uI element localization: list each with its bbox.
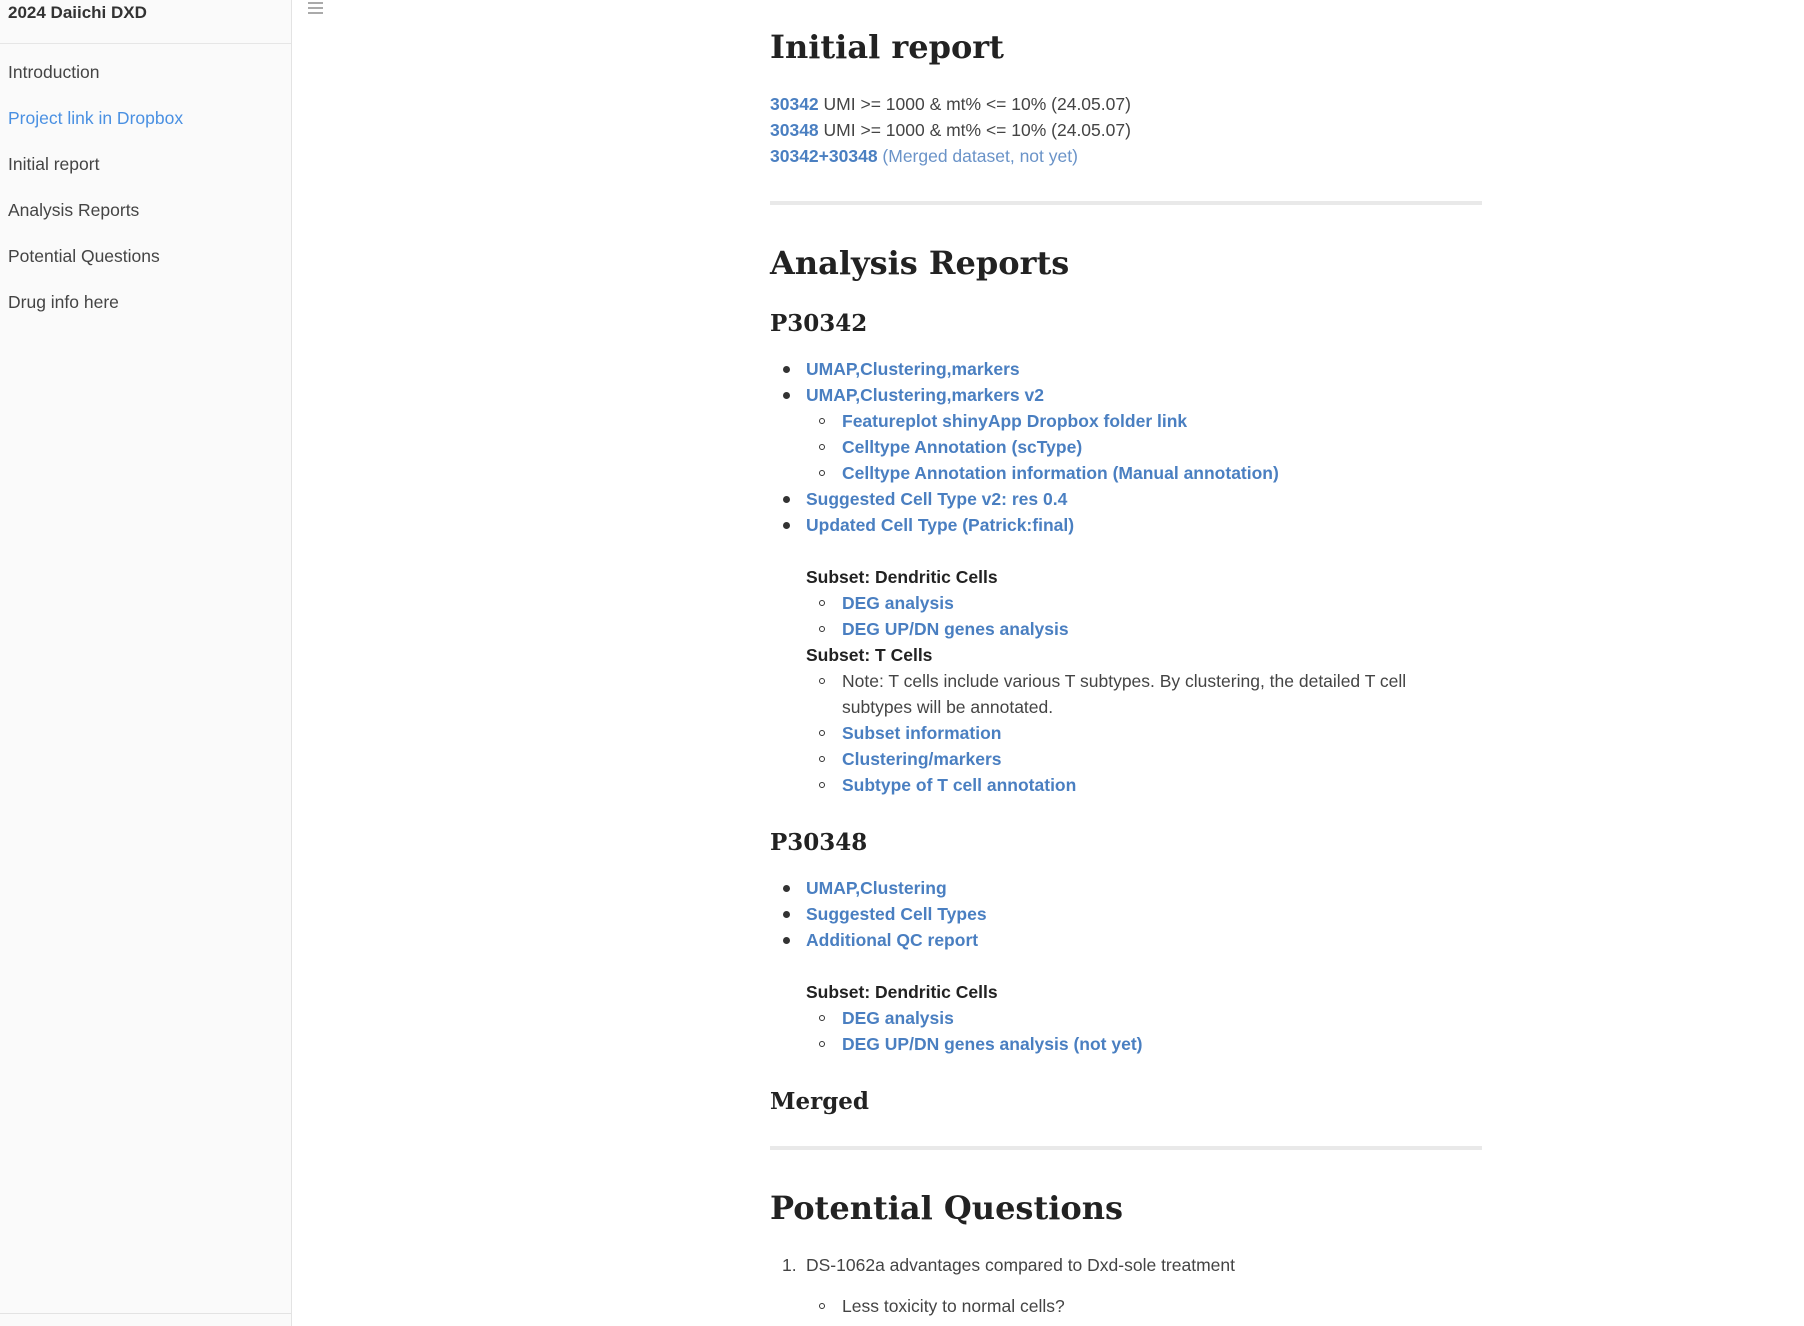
- bullet-dot: [783, 911, 790, 918]
- row-text: (Merged dataset, not yet): [877, 146, 1078, 166]
- dataset-link-merged[interactable]: 30342+30348: [770, 146, 878, 166]
- link-umap-clustering[interactable]: UMAP,Clustering: [806, 875, 947, 901]
- link-deg-updn-analysis-not-yet[interactable]: DEG UP/DN genes analysis (not yet): [842, 1031, 1143, 1057]
- row-text: UMI >= 1000 & mt% <= 10% (24.05.07): [818, 120, 1131, 140]
- bullet-dot: [783, 392, 790, 399]
- link-deg-analysis[interactable]: DEG analysis: [842, 590, 954, 616]
- bullet-circle: [819, 470, 825, 476]
- link-t-cell-subtype[interactable]: Subtype of T cell annotation: [842, 772, 1076, 798]
- initial-report-row: 30348 UMI >= 1000 & mt% <= 10% (24.05.07…: [770, 117, 1131, 143]
- link-deg-analysis[interactable]: DEG analysis: [842, 1005, 954, 1031]
- section-divider: [770, 201, 1482, 205]
- bullet-circle: [819, 418, 825, 424]
- sidebar-item-potential-questions[interactable]: Potential Questions: [0, 233, 291, 279]
- hamburger-icon[interactable]: [308, 0, 328, 18]
- link-umap-clustering-markers[interactable]: UMAP,Clustering,markers: [806, 356, 1020, 382]
- sidebar-item-dropbox-link[interactable]: Project link in Dropbox: [0, 95, 291, 141]
- bullet-dot: [783, 522, 790, 529]
- question-item: DS-1062a advantages compared to Dxd-sole…: [806, 1255, 1235, 1275]
- bullet-circle: [819, 1303, 825, 1309]
- section-divider: [770, 1146, 1482, 1150]
- bullet-circle: [819, 782, 825, 788]
- list-marker: 1.: [782, 1255, 797, 1275]
- link-celltype-annotation-manual[interactable]: Celltype Annotation information (Manual …: [842, 460, 1279, 486]
- subsection-p30348: P30348: [770, 829, 868, 856]
- subset-heading-dendritic-cells: Subset: Dendritic Cells: [806, 567, 998, 587]
- subset-heading-dendritic-cells: Subset: Dendritic Cells: [806, 982, 998, 1002]
- link-featureplot-shinyapp[interactable]: Featureplot shinyApp Dropbox folder link: [842, 408, 1187, 434]
- sidebar-item-introduction[interactable]: Introduction: [0, 49, 291, 95]
- subsection-merged: Merged: [770, 1088, 870, 1115]
- bullet-circle: [819, 756, 825, 762]
- link-deg-updn-analysis[interactable]: DEG UP/DN genes analysis: [842, 616, 1069, 642]
- link-additional-qc-report[interactable]: Additional QC report: [806, 927, 978, 953]
- link-celltype-annotation-sctype[interactable]: Celltype Annotation (scType): [842, 434, 1082, 460]
- bullet-circle: [819, 730, 825, 736]
- link-suggested-cell-type-v2[interactable]: Suggested Cell Type v2: res 0.4: [806, 486, 1067, 512]
- dataset-link-30342[interactable]: 30342: [770, 94, 819, 114]
- question-sub-item: Less toxicity to normal cells?: [842, 1296, 1065, 1316]
- bullet-dot: [783, 496, 790, 503]
- bullet-dot: [783, 366, 790, 373]
- bullet-circle: [819, 444, 825, 450]
- bullet-dot: [783, 937, 790, 944]
- book-title: 2024 Daiichi DXD: [0, 0, 291, 44]
- bullet-circle: [819, 600, 825, 606]
- row-text: UMI >= 1000 & mt% <= 10% (24.05.07): [818, 94, 1131, 114]
- sidebar-item-analysis-reports[interactable]: Analysis Reports: [0, 187, 291, 233]
- section-title-initial-report: Initial report: [770, 28, 1004, 66]
- t-cell-note: Note: T cells include various T subtypes…: [842, 671, 1407, 717]
- sidebar-item-drug-info[interactable]: Drug info here: [0, 279, 291, 325]
- link-suggested-cell-types[interactable]: Suggested Cell Types: [806, 901, 987, 927]
- dataset-link-30348[interactable]: 30348: [770, 120, 819, 140]
- initial-report-row: 30342 UMI >= 1000 & mt% <= 10% (24.05.07…: [770, 91, 1131, 117]
- section-title-potential-questions: Potential Questions: [770, 1189, 1123, 1227]
- bullet-circle: [819, 626, 825, 632]
- bullet-circle: [819, 678, 825, 684]
- bullet-dot: [783, 885, 790, 892]
- bullet-circle: [819, 1015, 825, 1021]
- subset-heading-t-cells: Subset: T Cells: [806, 645, 933, 665]
- bullet-circle: [819, 1041, 825, 1047]
- sidebar-item-initial-report[interactable]: Initial report: [0, 141, 291, 187]
- subsection-p30342: P30342: [770, 310, 868, 337]
- initial-report-row: 30342+30348 (Merged dataset, not yet): [770, 143, 1078, 169]
- section-title-analysis-reports: Analysis Reports: [770, 244, 1070, 282]
- link-umap-clustering-markers-v2[interactable]: UMAP,Clustering,markers v2: [806, 382, 1044, 408]
- link-clustering-markers[interactable]: Clustering/markers: [842, 746, 1002, 772]
- sidebar-footer: [0, 1313, 291, 1326]
- link-updated-cell-type[interactable]: Updated Cell Type (Patrick:final): [806, 512, 1074, 538]
- link-subset-information[interactable]: Subset information: [842, 720, 1001, 746]
- sidebar: 2024 Daiichi DXD Introduction Project li…: [0, 0, 292, 1326]
